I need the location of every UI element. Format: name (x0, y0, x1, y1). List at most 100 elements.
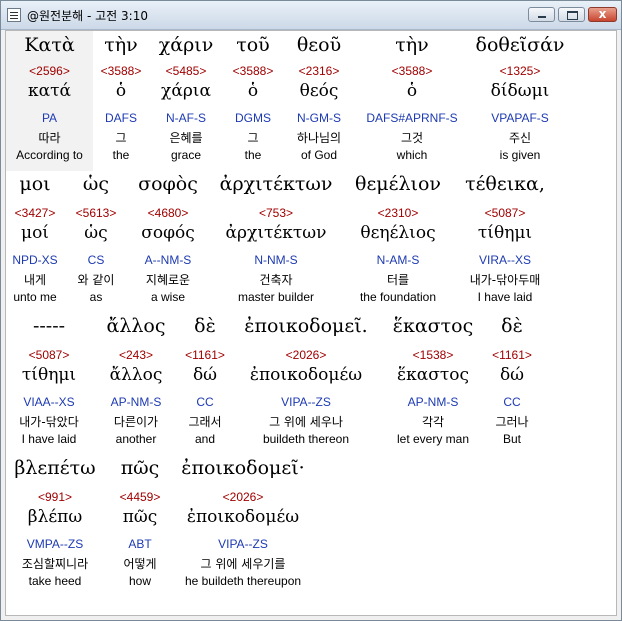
english-gloss: the (112, 148, 130, 162)
parsing-code: NPD-XS (12, 253, 58, 267)
greek-word: τὴν (395, 34, 429, 56)
word-block[interactable]: πῶς <4459> πῶς ABT 어떻게 how (106, 457, 174, 597)
word-block[interactable]: δοθεῖσάν <1325> δίδωμι VPAPAF-S 주신 is gi… (468, 31, 572, 171)
english-gloss: buildeth thereon (262, 432, 350, 446)
korean-gloss: 그 (115, 131, 127, 145)
parsing-code: N-AM-S (376, 253, 420, 267)
korean-gloss: 다른이가 (113, 415, 159, 429)
strongs-number: <1325> (499, 64, 541, 78)
english-gloss: According to (16, 148, 83, 162)
english-gloss: is given (499, 148, 541, 162)
lemma: δώ (499, 365, 525, 385)
korean-gloss: 터를 (386, 273, 410, 287)
word-block[interactable]: θεμέλιον <2310> θεηέλιος N-AM-S 터를 the f… (344, 173, 452, 313)
greek-word: πῶς (120, 457, 160, 479)
greek-word: δὲ (194, 315, 216, 337)
interlinear-panel: Κατὰ <2596> κατά PA 따라 According to τὴν … (5, 30, 617, 616)
korean-gloss: 하나님의 (296, 131, 342, 145)
close-button[interactable]: x (588, 7, 617, 22)
lemma: ἕκαστος (397, 365, 469, 385)
app-window: @원전분해 - 고전 3:10 x Κατὰ <2596> κατά PA 따라… (0, 0, 622, 621)
strongs-number: <5087> (484, 206, 526, 220)
parsing-code: N-AF-S (166, 111, 206, 125)
strongs-number: <1161> (492, 348, 532, 362)
greek-word: ἕκαστος (392, 315, 474, 337)
english-gloss: I have laid (21, 432, 77, 446)
word-block[interactable]: τὴν <3588> ὁ DAFS 그 the (89, 31, 153, 171)
word-block[interactable]: ἐποικοδομεῖ. <2026> ἐποικοδομέω VIPA--ZS… (236, 315, 376, 455)
parsing-code: ABT (128, 537, 152, 551)
greek-word: ὡς (82, 173, 110, 195)
strongs-number: <3588> (232, 64, 274, 78)
greek-word: βλεπέτω (14, 457, 96, 479)
lemma: ὁ (115, 81, 127, 101)
greek-word: ----- (32, 315, 66, 337)
minimize-button[interactable] (528, 7, 555, 22)
parsing-code: VMPA--ZS (26, 537, 84, 551)
strongs-number: <5087> (28, 348, 70, 362)
title-bar[interactable]: @원전분해 - 고전 3:10 x (1, 1, 621, 30)
app-icon[interactable] (7, 8, 21, 22)
korean-gloss: 그 위에 세우기를 (200, 557, 286, 571)
word-block[interactable]: τοῦ <3588> ὁ DGMS 그 the (224, 31, 282, 171)
strongs-number: <753> (258, 206, 294, 220)
korean-gloss: 내가-닦았다 (19, 415, 79, 429)
lemma: θεηέλιος (360, 223, 436, 243)
english-gloss: of God (300, 148, 338, 162)
english-gloss: and (194, 432, 216, 446)
english-gloss: But (502, 432, 521, 446)
parsing-code: CC (196, 395, 214, 409)
strongs-number: <3588> (100, 64, 142, 78)
word-block[interactable]: ἐποικοδομεῖ· <2026> ἐποικοδομέω VIPA--ZS… (172, 457, 314, 597)
lemma: ὡς (84, 223, 108, 243)
word-block[interactable]: Κατὰ <2596> κατά PA 따라 According to (6, 31, 93, 171)
korean-gloss: 그러나 (495, 415, 529, 429)
word-block[interactable]: ἕκαστος <1538> ἕκαστος AP-NM-S 각각 let ev… (384, 315, 482, 455)
strongs-number: <3588> (391, 64, 433, 78)
greek-word: ἐποικοδομεῖ· (181, 457, 305, 479)
word-block[interactable]: δὲ <1161> δώ CC 그러나 But (484, 315, 540, 455)
parsing-code: N-GM-S (297, 111, 341, 125)
english-gloss: the (244, 148, 262, 162)
word-block[interactable]: σοφὸς <4680> σοφός A--NM-S 지혜로운 a wise (128, 173, 208, 313)
greek-word: τέθεικα, (465, 173, 545, 195)
parsing-code: VIAA--XS (23, 395, 75, 409)
word-block[interactable]: ἀρχιτέκτων <753> ἀρχιτέκτων N-NM-S 건축자 m… (208, 173, 344, 313)
strongs-number: <2310> (377, 206, 419, 220)
english-gloss: he buildeth thereupon (184, 574, 302, 588)
korean-gloss: 그래서 (188, 415, 222, 429)
greek-word: σοφὸς (138, 173, 198, 195)
parsing-code: CC (503, 395, 521, 409)
word-block[interactable]: χάριν <5485> χάρια N-AF-S 은혜를 grace (151, 31, 221, 171)
word-block[interactable]: ἄλλος <243> ἄλλος AP-NM-S 다른이가 another (94, 315, 178, 455)
strongs-number: <2026> (285, 348, 327, 362)
strongs-number: <2316> (298, 64, 340, 78)
parsing-code: N-NM-S (254, 253, 298, 267)
lemma: μοί (21, 223, 49, 243)
greek-word: ἄλλος (106, 315, 166, 337)
greek-word: τὴν (104, 34, 138, 56)
korean-gloss: 따라 (38, 131, 61, 145)
maximize-button[interactable] (558, 7, 585, 22)
word-block[interactable]: ----- <5087> τίθημι VIAA--XS 내가-닦았다 I ha… (6, 315, 92, 455)
lemma: χάρια (161, 81, 211, 101)
korean-gloss: 조심할찌니라 (21, 557, 89, 571)
strongs-number: <4680> (147, 206, 189, 220)
word-block[interactable]: δὲ <1161> δώ CC 그래서 and (174, 315, 236, 455)
english-gloss: a wise (150, 290, 185, 304)
lemma: δώ (192, 365, 218, 385)
greek-word: θεοῦ (296, 34, 342, 56)
word-block[interactable]: τέθεικα, <5087> τίθημι VIRA--XS 내가-닦아두매 … (452, 173, 558, 313)
parsing-code: VIPA--ZS (281, 395, 331, 409)
strongs-number: <1538> (412, 348, 454, 362)
word-block[interactable]: ὡς <5613> ὡς CS 와 같이 as (66, 173, 126, 313)
window-title: @원전분해 - 고전 3:10 (27, 9, 148, 23)
lemma: σοφός (141, 223, 195, 243)
word-block[interactable]: τὴν <3588> ὁ DAFS#APRNF-S 그것 which (358, 31, 466, 171)
english-gloss: another (115, 432, 157, 446)
word-block[interactable]: μοι <3427> μοί NPD-XS 내게 unto me (6, 173, 64, 313)
word-block[interactable]: βλεπέτω <991> βλέπω VMPA--ZS 조심할찌니라 take… (6, 457, 104, 597)
lemma: ἄλλος (109, 365, 163, 385)
greek-word: χάριν (158, 34, 214, 56)
word-block[interactable]: θεοῦ <2316> θεός N-GM-S 하나님의 of God (280, 31, 358, 171)
